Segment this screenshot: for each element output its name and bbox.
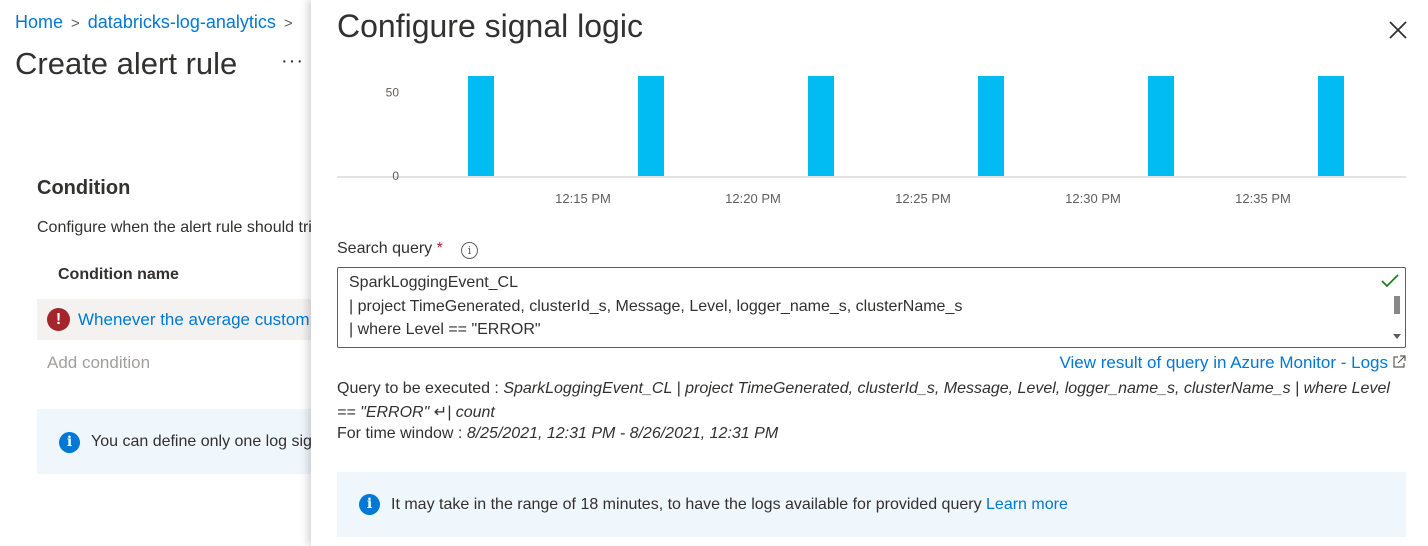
signal-chart: 0 50 12:15 PM 12:20 PM 12:25 PM 12:30 PM 12:35… [337,76,1406,206]
breadcrumb-separator: > [283,15,293,32]
condition-heading: Condition [37,177,131,199]
chart-bar[interactable] [468,76,494,176]
info-circle-icon[interactable]: i [461,242,478,259]
external-link-icon[interactable] [1392,355,1406,369]
scroll-down-icon[interactable] [1393,334,1401,339]
breadcrumb: Home > databricks-log-analytics > [15,12,301,33]
x-tick-label: 12:30 PM [1065,191,1121,206]
required-mark: * [436,240,443,257]
query-exec-label: Query to be executed : [337,380,504,397]
y-tick-label: 50 [386,86,400,100]
info-text: You can define only one log signal per a… [91,433,312,450]
time-window: For time window : 8/25/2021, 12:31 PM - … [337,425,778,443]
x-tick-label: 12:35 PM [1235,191,1291,206]
query-line[interactable]: | where Level == "ERROR" [349,321,541,339]
chart-bar[interactable] [978,76,1004,176]
chart-bar[interactable] [808,76,834,176]
chart-bar[interactable] [1318,76,1344,176]
query-to-execute: Query to be executed : SparkLoggingEvent… [337,377,1412,425]
search-query-editor[interactable]: SparkLoggingEvent_CL | project TimeGener… [337,267,1406,348]
condition-row[interactable]: ! Whenever the average custom log search… [37,299,312,340]
x-tick-label: 12:15 PM [555,191,611,206]
query-line[interactable]: | project TimeGenerated, clusterId_s, Me… [349,298,962,316]
breadcrumb-resource[interactable]: databricks-log-analytics [88,12,276,32]
info-icon: i [59,432,80,453]
search-query-label-text: Search query [337,240,433,257]
query-line[interactable]: SparkLoggingEvent_CL [349,274,518,292]
view-in-logs-link[interactable]: View result of query in Azure Monitor - … [1059,353,1388,373]
time-window-value: 8/25/2021, 12:31 PM - 8/26/2021, 12:31 P… [466,425,779,442]
page-title: Create alert rule [15,46,238,81]
learn-more-link[interactable]: Learn more [986,496,1068,513]
info-bar: i You can define only one log signal per… [37,409,312,474]
condition-link[interactable]: Whenever the average custom log search i… [78,310,312,330]
breadcrumb-separator: > [71,15,80,32]
info-icon: i [359,494,380,515]
time-window-label: For time window : [337,425,467,442]
latency-info-text: It may take in the range of 18 minutes, … [391,496,1068,514]
latency-message: It may take in the range of 18 minutes, … [391,496,982,513]
y-tick-label: 0 [392,169,399,183]
add-condition-button[interactable]: Add condition [47,353,150,373]
scrollbar-thumb[interactable] [1394,296,1400,314]
check-icon [1381,274,1399,288]
x-tick-label: 12:25 PM [895,191,951,206]
breadcrumb-home[interactable]: Home [15,12,63,32]
create-alert-page: Home > databricks-log-analytics > Create al… [0,0,312,546]
latency-info-bar: i It may take in the range of 18 minutes… [337,472,1406,537]
panel-title: Configure signal logic [337,8,643,44]
configure-signal-panel: Configure signal logic 0 50 12:15 PM 12:20 … [311,0,1428,546]
error-icon: ! [47,308,70,331]
chart-bar[interactable] [638,76,664,176]
x-tick-label: 12:20 PM [725,191,781,206]
condition-name-header: Condition name [58,266,179,283]
search-query-label: Search query * [337,240,443,258]
close-icon[interactable] [1386,18,1410,42]
condition-description: Configure when the alert rule should tri… [37,219,312,236]
chart-bar[interactable] [1148,76,1174,176]
more-options-button[interactable]: ··· [281,50,304,73]
